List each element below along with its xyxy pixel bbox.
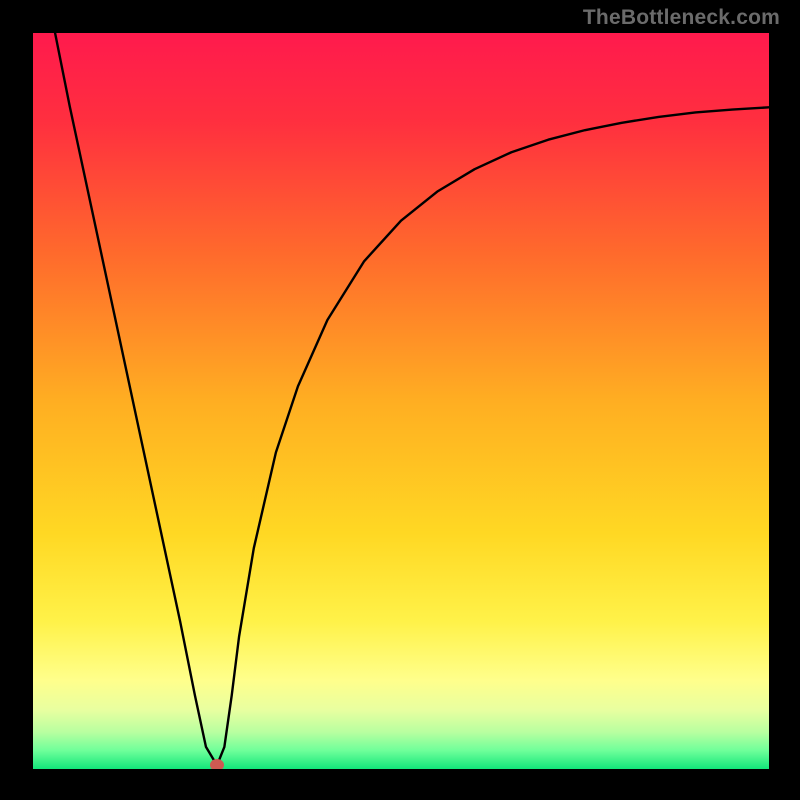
watermark-text: TheBottleneck.com	[583, 6, 780, 30]
bottleneck-curve	[33, 33, 769, 769]
plot-area	[33, 33, 769, 769]
chart-frame: TheBottleneck.com	[0, 0, 800, 800]
minimum-point-marker	[210, 759, 224, 769]
